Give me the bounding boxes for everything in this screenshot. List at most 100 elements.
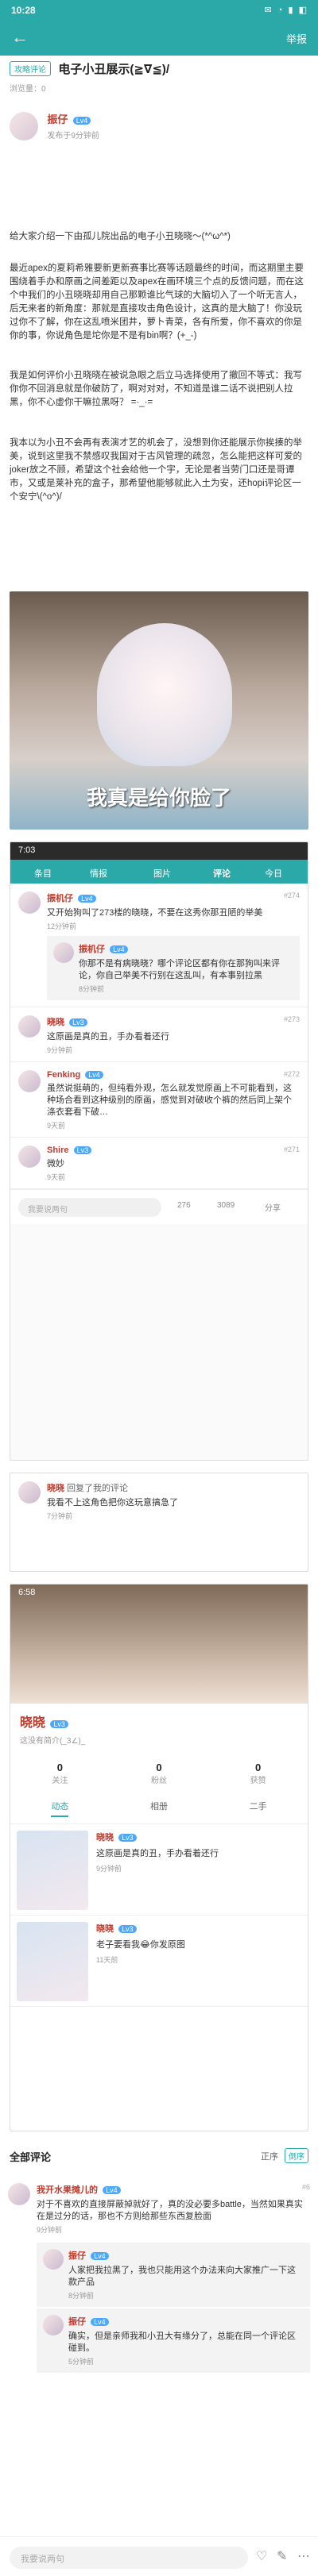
tab-dynamic[interactable]: 动态 [51,1800,69,1817]
avatar[interactable] [18,891,41,914]
feed-thumbnail[interactable] [17,1922,88,2001]
tab-item[interactable]: 评论 [213,867,231,880]
phone-status-bar: 7:03 [10,842,308,860]
profile-banner: 6:58 [10,1584,308,1704]
image-plush[interactable]: 我真是给你脸了 [10,591,308,830]
comment-author[interactable]: 振仔 [68,2251,86,2261]
reverse-toggle[interactable]: 倒序 [285,2148,308,2163]
screenshot-comments[interactable]: 7:03 条目 情报 图片 评论 今日 振机仔 Lv4 #274 又开始狗叫了2… [10,841,308,1461]
avatar[interactable] [53,942,74,963]
level-badge: Lv4 [91,2318,109,2326]
comment-time: 5分钟前 [68,2358,95,2366]
comment-author[interactable]: 振机仔 [79,945,105,954]
body-paragraph-4: 我本以为小丑不会再有表演才艺的机会了，没想到你还能展示你挨揍的举美，说到这里我不… [10,438,302,502]
comment-row: 晓晓 Lv3 #273 这原画是真的丑，手办看着还行 9分钟前 [10,1007,308,1062]
level-badge: Lv4 [103,2186,121,2194]
stat-item[interactable]: 0 粉丝 [151,1762,167,1785]
status-bar: 10:28 ✉ ◔ ▮ ◧ [0,0,318,21]
tab-item[interactable]: 图片 [153,867,171,880]
comment-author[interactable]: 振仔 [68,2317,86,2327]
comment-author[interactable]: 振机仔 [47,894,73,903]
avatar[interactable] [18,1015,41,1038]
status-icons: ✉ ◔ ▮ ◧ [264,6,308,15]
status-time: 10:28 [11,5,36,16]
level-badge: Lv4 [110,945,128,953]
comment-author[interactable]: 晓晓 [47,1018,64,1027]
avatar[interactable] [8,2183,30,2205]
feed-author[interactable]: 晓晓 [96,1924,114,1934]
level-badge: Lv4 [85,1071,103,1079]
avatar[interactable] [18,1070,41,1092]
phone-tabs: 条目 情报 图片 评论 今日 [10,860,308,884]
comment-text: 虽然说挺萌的，但纯看外观，怎么就发觉原画上不可能看到，这种场合看到这种级别的原画… [47,1084,292,1117]
level-badge: Lv4 [91,2252,109,2260]
back-arrow-icon[interactable]: ← [11,27,29,48]
tab-secondhand[interactable]: 二手 [250,1800,267,1817]
tab-item[interactable]: 情报 [90,867,107,880]
feed-author[interactable]: 晓晓 [96,1833,114,1842]
avatar[interactable] [43,2315,64,2335]
feed-item[interactable]: 晓晓 Lv3 这原画是真的丑，手办看着还行 9分钟前 [10,1824,308,1916]
screenshot-profile[interactable]: 6:58 晓晓 Lv3 这没有简介(_3∠)_ 0 关注 0 粉丝 0 获赞 动态 相… [10,1584,308,2131]
stat-label: 粉丝 [150,1777,167,1785]
like-count[interactable]: 276 [177,1201,191,1210]
profile-tabs: 动态 相册 二手 [10,1793,308,1824]
comment-time: 9分钟前 [37,2226,63,2234]
comment-author[interactable]: 我开水果摊儿的 [37,2185,98,2195]
report-button[interactable]: 举报 [286,31,307,46]
post-tag[interactable]: 攻略评论 [10,61,51,76]
tab-item[interactable]: 条目 [34,867,52,880]
comment-icon[interactable]: ✎ [277,2548,287,2564]
avatar[interactable] [18,1146,41,1168]
feed-text: 老子要看我😂你发原图 [96,1940,185,1950]
avatar[interactable] [10,111,38,141]
plush-figure [97,623,232,766]
comment-input[interactable]: 我要说两句 [18,1198,161,1217]
avatar[interactable] [43,2249,64,2270]
floor-number: #272 [283,1070,300,1078]
share-button[interactable]: 分享 [265,1201,281,1213]
stat-label: 获赞 [250,1777,266,1785]
comment-text: 这原画是真的丑，手办看着还行 [47,1032,169,1042]
body-paragraph-3: 我是如何评价小丑晓晓在被说急眼之后立马选择使用了撤回不等式：我写你你不回消息就是… [10,371,302,407]
heart-icon[interactable]: ♡ [256,2548,267,2564]
tab-item[interactable]: 今日 [265,867,282,880]
comment-time: 8分钟前 [68,2292,95,2300]
tab-album[interactable]: 相册 [150,1800,168,1817]
order-toggle[interactable]: 正序 [261,2150,278,2162]
phone-bottom-bar: 我要说两句 276 3089 分享 [10,1189,308,1224]
nested-reply: 振仔 Lv4 确实，但是亲师我和小丑大有缘分了，总能在同一个评论区碰到。 5分钟… [37,2308,310,2373]
nested-reply: 振机仔 Lv4 你那不是有病晓晓？哪个评论区都有你在那狗叫来评论，你自己举美不行… [47,936,300,1000]
comment-row: Fenking Lv4 #272 虽然说挺萌的，但纯看外观，怎么就发觉原画上不可… [10,1062,308,1138]
more-icon[interactable]: ⋯ [297,2548,310,2564]
author-card[interactable]: 振仔 Lv4 发布于9分钟前 [10,111,308,151]
floor-number: #273 [283,1015,300,1023]
nested-reply: 振仔 Lv4 人家把我拉黑了，我也只能用这个办法来向大家推广一下这款产品 8分钟… [37,2243,310,2307]
level-badge: Lv4 [78,895,96,903]
author-name[interactable]: 振仔 [47,114,68,125]
stat-item[interactable]: 0 关注 [52,1762,68,1785]
screenshot-reply-notice[interactable]: 晓晓 回复了我的评论 我看不上这角色把你这玩意搞急了 7分钟前 [10,1473,308,1572]
stat-item[interactable]: 0 获赞 [250,1762,266,1785]
author-time: 发布于9分钟前 [47,132,99,141]
avatar[interactable] [18,1481,41,1504]
reply-author[interactable]: 晓晓 [47,1484,64,1493]
feed-item[interactable]: 晓晓 Lv3 老子要看我😂你发原图 11天前 [10,1916,308,2007]
comment-input[interactable]: 我要说两句 [10,2547,248,2569]
reply-action: 回复了我的评论 [67,1484,129,1493]
feed-time: 9分钟前 [96,1865,122,1873]
feed-text: 这原画是真的丑，手办看着还行 [96,1849,219,1858]
body-paragraph-1: 给大家介绍一下由孤儿院出品的电子小丑晓晓～(*^ω^*) [10,232,231,241]
comment-author[interactable]: Shire [47,1146,69,1155]
image-caption: 我真是给你脸了 [86,786,231,810]
floor-number: #271 [283,1146,300,1153]
reply-notice: 晓晓 回复了我的评论 我看不上这角色把你这玩意搞急了 7分钟前 [10,1473,308,1527]
level-badge: Lv4 [72,117,91,125]
comment-author[interactable]: Fenking [47,1070,80,1080]
profile-info: 晓晓 Lv3 这没有简介(_3∠)_ [10,1704,308,1754]
feed-thumbnail[interactable] [17,1831,88,1910]
favorite-count[interactable]: 3089 [217,1201,235,1210]
level-badge: Lv3 [50,1720,68,1728]
comment-text: 确实，但是亲师我和小丑大有缘分了，总能在同一个评论区碰到。 [68,2331,296,2353]
post-header: 攻略评论 电子小丑展示(≧∇≦)/ 浏览量：0 [0,60,318,94]
